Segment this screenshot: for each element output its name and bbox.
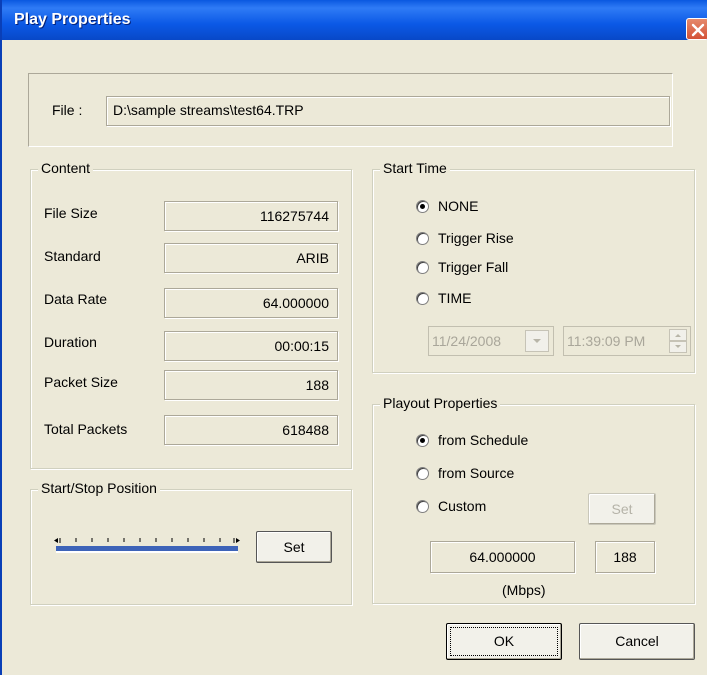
title-bar: Play Properties [2,0,707,40]
data-rate-field: 64.000000 [164,288,338,318]
data-rate-value: 64.000000 [262,295,329,311]
packet-size-field: 188 [164,370,338,400]
time-spinner-down[interactable] [669,341,687,353]
date-dropdown-button[interactable] [525,330,549,352]
playout-set-label: Set [611,501,633,517]
start-trigger-rise-label: Trigger Rise [438,230,514,246]
radio-indicator [416,232,429,245]
file-label: File : [52,102,83,118]
file-size-value: 116275744 [259,208,329,224]
total-packets-value: 618488 [282,422,329,438]
standard-field: ARIB [164,243,338,273]
start-stop-set-label: Set [283,539,305,555]
close-icon [691,23,705,37]
start-trigger-fall-label: Trigger Fall [438,259,509,275]
radio-indicator [416,292,429,305]
time-picker[interactable]: 11:39:09 PM [563,326,691,356]
custom-label: Custom [438,498,487,514]
rate-unit-label: (Mbps) [502,582,546,598]
play-properties-dialog: Play Properties File : D:\sample streams… [0,0,707,675]
radio-indicator [416,500,429,513]
file-size-label: File Size [44,205,98,221]
cancel-button[interactable]: Cancel [579,623,695,660]
start-stop-set-button[interactable]: Set [256,531,332,563]
start-time-legend: Start Time [380,160,450,176]
playout-packet-field: 188 [595,541,655,573]
playout-rate-value: 64.000000 [469,549,536,565]
ok-label: OK [493,633,515,649]
file-path-value: D:\sample streams\test64.TRP [113,102,304,118]
radio-indicator [416,434,429,447]
ok-button[interactable]: OK [446,623,562,660]
file-size-field: 116275744 [164,201,338,231]
playout-packet-value: 188 [613,549,637,565]
duration-value: 00:00:15 [274,338,330,354]
close-button[interactable] [686,18,707,40]
duration-field: 00:00:15 [164,331,338,361]
chevron-down-icon [533,339,541,343]
start-stop-legend: Start/Stop Position [38,480,160,496]
radio-indicator [416,261,429,274]
chevron-down-icon [675,345,681,348]
time-value: 11:39:09 PM [567,333,646,349]
position-slider[interactable] [54,528,244,568]
radio-indicator [416,200,429,213]
time-spinner-up[interactable] [669,329,687,341]
standard-label: Standard [44,248,101,264]
total-packets-label: Total Packets [44,421,128,437]
playout-rate-field: 64.000000 [430,541,575,573]
packet-size-label: Packet Size [44,374,118,390]
date-picker[interactable]: 11/24/2008 [428,326,554,356]
start-none-label: NONE [438,198,479,214]
start-time-label: TIME [438,290,472,306]
from-schedule-label: from Schedule [438,432,529,448]
playout-set-button[interactable]: Set [588,493,656,525]
date-value: 11/24/2008 [432,333,502,349]
duration-label: Duration [44,334,97,350]
window-title: Play Properties [14,11,131,28]
total-packets-field: 618488 [164,415,338,445]
standard-value: ARIB [296,250,329,266]
chevron-up-icon [675,334,681,337]
radio-indicator [416,467,429,480]
packet-size-value: 188 [305,377,329,393]
file-path-field: D:\sample streams\test64.TRP [106,96,670,126]
playout-legend: Playout Properties [380,395,501,411]
cancel-label: Cancel [615,633,659,649]
content-legend: Content [38,160,94,176]
from-source-label: from Source [438,465,515,481]
data-rate-label: Data Rate [44,291,108,307]
